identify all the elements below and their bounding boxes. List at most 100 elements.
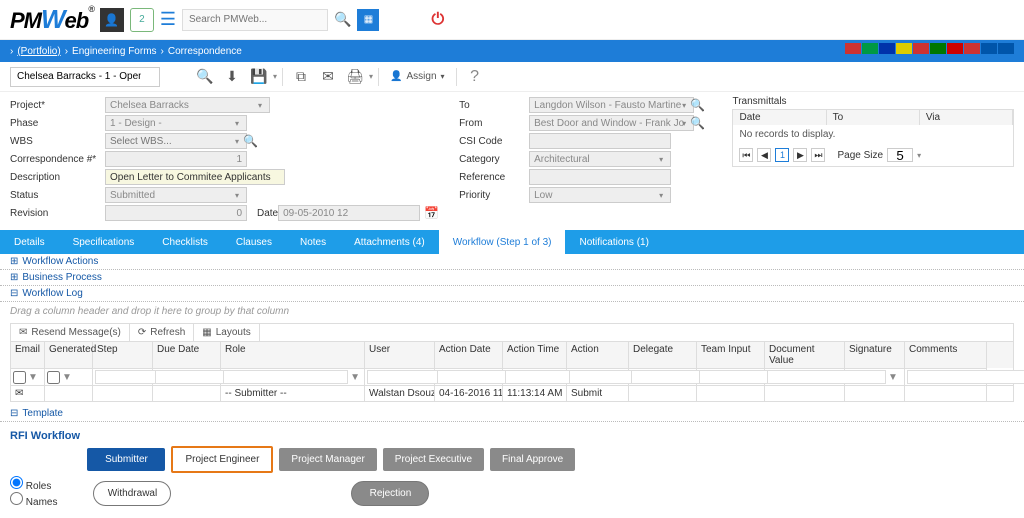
flag-6[interactable] — [930, 43, 946, 54]
layouts-button[interactable]: ▦Layouts — [194, 324, 259, 341]
mail-icon[interactable]: ✉ — [315, 64, 341, 90]
node-project-manager[interactable]: Project Manager — [279, 448, 376, 471]
filter-icon[interactable]: ▼ — [60, 372, 74, 383]
row-email-icon[interactable]: ✉ — [11, 386, 45, 401]
flag-5[interactable] — [913, 43, 929, 54]
from-field[interactable] — [529, 115, 694, 131]
col-delegate[interactable]: Delegate — [629, 342, 697, 368]
section-workflow-log[interactable]: Workflow Log — [0, 286, 1024, 302]
breadcrumb-l2[interactable]: Engineering Forms — [72, 46, 156, 57]
col-email[interactable]: Email — [11, 342, 45, 368]
tab-clauses[interactable]: Clauses — [222, 230, 286, 254]
page-prev[interactable]: ◀ — [757, 148, 771, 162]
trans-h-to[interactable]: To — [827, 110, 920, 125]
description-field[interactable] — [105, 169, 285, 185]
tab-specifications[interactable]: Specifications — [59, 230, 149, 254]
node-project-executive[interactable]: Project Executive — [383, 448, 484, 471]
csi-field[interactable] — [529, 133, 671, 149]
menu-icon[interactable]: ☰ — [160, 9, 176, 30]
breadcrumb-root[interactable]: (Portfolio) — [17, 46, 60, 57]
help-icon[interactable]: ? — [462, 64, 488, 90]
col-comments[interactable]: Comments — [905, 342, 987, 368]
node-rejection[interactable]: Rejection — [351, 481, 429, 506]
col-signature[interactable]: Signature — [845, 342, 905, 368]
col-action[interactable]: Action — [567, 342, 629, 368]
power-icon[interactable]: ⏻ — [431, 11, 444, 29]
flag-1[interactable] — [845, 43, 861, 54]
page-next[interactable]: ▶ — [793, 148, 807, 162]
trans-h-date[interactable]: Date — [733, 110, 826, 125]
phase-field[interactable] — [105, 115, 247, 131]
breadcrumb-l3[interactable]: Correspondence — [168, 46, 242, 57]
page-current[interactable]: 1 — [775, 148, 789, 162]
refresh-button[interactable]: ⟳Refresh — [130, 324, 194, 341]
page-last[interactable]: ⏭ — [811, 148, 825, 162]
col-step[interactable]: Step — [93, 342, 153, 368]
print-icon[interactable]: 🖨 — [342, 64, 368, 90]
filter-email-check[interactable] — [13, 371, 26, 384]
search-input[interactable] — [182, 9, 328, 31]
trans-h-via[interactable]: Via — [920, 110, 1013, 125]
date-field[interactable] — [278, 205, 420, 221]
priority-field[interactable] — [529, 187, 671, 203]
node-final-approve[interactable]: Final Approve — [490, 448, 575, 471]
flag-10[interactable] — [998, 43, 1014, 54]
radio-names[interactable]: Names — [10, 492, 57, 508]
col-action-time[interactable]: Action Time — [503, 342, 567, 368]
shield-icon[interactable]: 2 — [130, 8, 154, 32]
flag-3[interactable] — [879, 43, 895, 54]
flag-8[interactable] — [964, 43, 980, 54]
revision-field[interactable] — [105, 205, 247, 221]
section-template[interactable]: Template — [0, 406, 1024, 422]
node-project-engineer[interactable]: Project Engineer — [171, 446, 273, 473]
resend-button[interactable]: ✉Resend Message(s) — [11, 324, 130, 341]
status-field[interactable] — [105, 187, 247, 203]
table-row[interactable]: ✉ -- Submitter -- Walstan Dsouza(Wa 04-1… — [11, 385, 1013, 401]
tab-notes[interactable]: Notes — [286, 230, 340, 254]
radio-roles[interactable]: Roles — [10, 476, 57, 492]
flag-7[interactable] — [947, 43, 963, 54]
col-team-input[interactable]: Team Input — [697, 342, 765, 368]
record-select[interactable] — [10, 67, 160, 87]
corr-field[interactable] — [105, 151, 247, 167]
from-search-icon[interactable]: 🔍 — [690, 116, 705, 130]
project-field[interactable] — [105, 97, 270, 113]
flag-4[interactable] — [896, 43, 912, 54]
groupby-hint[interactable]: Drag a column header and drop it here to… — [0, 302, 1024, 321]
tab-details[interactable]: Details — [0, 230, 59, 254]
search-record-icon[interactable]: 🔍 — [192, 64, 218, 90]
tab-workflow[interactable]: Workflow (Step 1 of 3) — [439, 230, 566, 254]
col-due-date[interactable]: Due Date — [153, 342, 221, 368]
node-withdrawal[interactable]: Withdrawal — [93, 481, 171, 506]
download-icon[interactable]: ⬇ — [219, 64, 245, 90]
node-submitter[interactable]: Submitter — [87, 448, 165, 471]
calendar-icon[interactable]: 📅 — [424, 206, 439, 220]
tab-notifications[interactable]: Notifications (1) — [565, 230, 662, 254]
wbs-field[interactable] — [105, 133, 247, 149]
filter-icon[interactable]: ▼ — [26, 372, 40, 383]
col-doc-value[interactable]: Document Value — [765, 342, 845, 368]
to-field[interactable] — [529, 97, 694, 113]
reference-field[interactable] — [529, 169, 671, 185]
filter-gen-check[interactable] — [47, 371, 60, 384]
save-icon[interactable]: 💾 — [246, 64, 272, 90]
col-user[interactable]: User — [365, 342, 435, 368]
to-search-icon[interactable]: 🔍 — [690, 98, 705, 112]
col-role[interactable]: Role — [221, 342, 365, 368]
pagesize-field[interactable] — [887, 148, 913, 162]
section-workflow-actions[interactable]: Workflow Actions — [0, 254, 1024, 270]
language-flags[interactable] — [845, 43, 1014, 54]
calendar-grid-icon[interactable]: ▦ — [357, 9, 379, 31]
filter-icon[interactable]: ▼ — [348, 372, 362, 383]
flag-2[interactable] — [862, 43, 878, 54]
assign-dropdown[interactable]: 👤 Assign ▾ — [384, 71, 450, 82]
col-action-date[interactable]: Action Date — [435, 342, 503, 368]
category-field[interactable] — [529, 151, 671, 167]
filter-role[interactable] — [223, 370, 348, 384]
tab-checklists[interactable]: Checklists — [148, 230, 222, 254]
copy-icon[interactable]: ⧉ — [288, 64, 314, 90]
col-generated[interactable]: Generated — [45, 342, 93, 368]
search-icon[interactable]: 🔍 — [334, 11, 351, 28]
wbs-search-icon[interactable]: 🔍 — [243, 134, 258, 148]
tab-attachments[interactable]: Attachments (4) — [340, 230, 439, 254]
